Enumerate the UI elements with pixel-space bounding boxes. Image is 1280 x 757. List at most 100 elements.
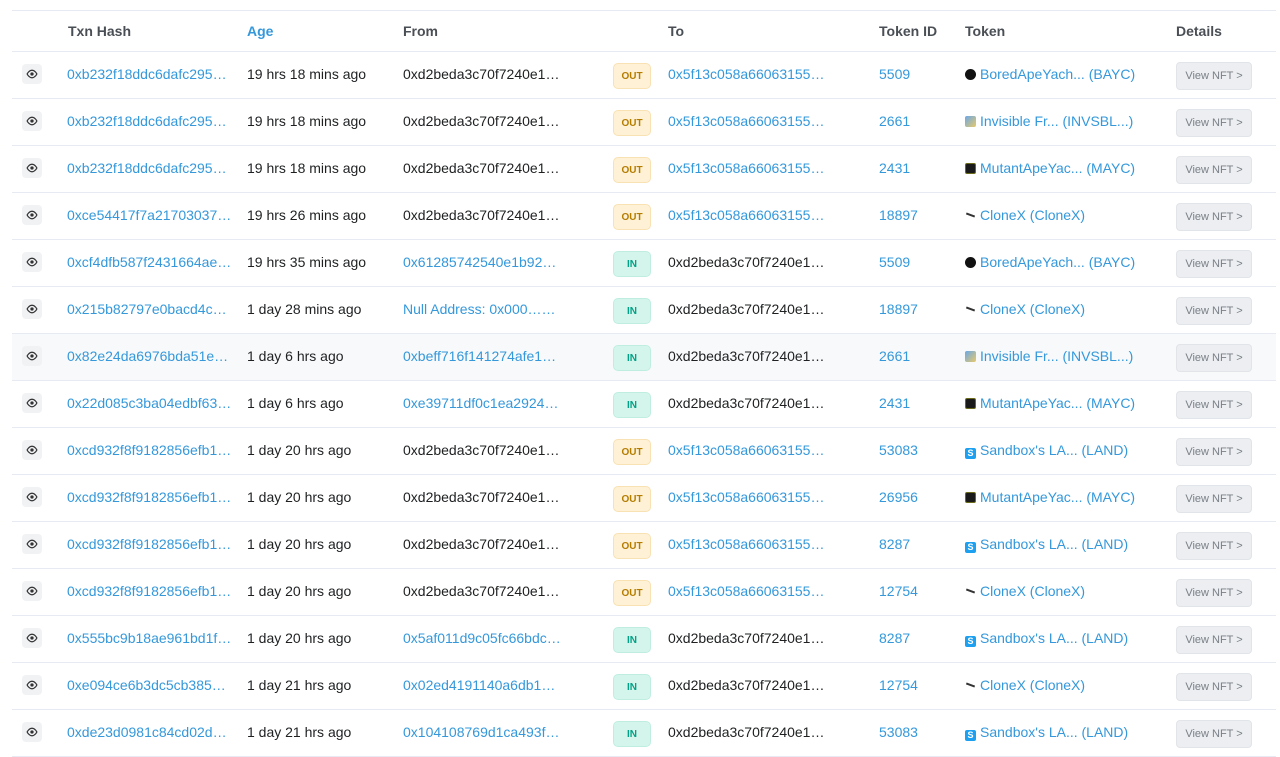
token-id-link[interactable]: 2431 [879, 395, 949, 411]
view-nft-button[interactable]: View NFT > [1176, 485, 1252, 513]
token-link[interactable]: Invisible Fr... (INVSBL...) [965, 348, 1165, 364]
token-id-link[interactable]: 5509 [879, 254, 949, 270]
view-nft-button[interactable]: View NFT > [1176, 62, 1252, 90]
eye-icon[interactable] [22, 628, 42, 648]
txn-hash-link[interactable]: 0x555bc9b18ae961bd1f… [67, 630, 232, 646]
col-age[interactable]: Age [247, 23, 273, 39]
view-nft-button[interactable]: View NFT > [1176, 673, 1252, 701]
token-link[interactable]: S Sandbox's LA... (LAND) [965, 630, 1165, 647]
from-address[interactable]: 0x61285742540e1b92e3… [403, 254, 563, 270]
to-address[interactable]: 0x5f13c058a660631558… [668, 113, 828, 129]
token-link[interactable]: MutantApeYac... (MAYC) [965, 395, 1165, 411]
txn-hash-link[interactable]: 0x22d085c3ba04edbf63… [67, 395, 232, 411]
token-link[interactable]: CloneX (CloneX) [965, 207, 1165, 223]
eye-icon[interactable] [22, 299, 42, 319]
from-address[interactable]: 0x5af011d9c05fc66bdc1… [403, 630, 563, 646]
txn-hash-link[interactable]: 0xce54417f7a21703037… [67, 207, 232, 223]
to-address[interactable]: 0x5f13c058a660631558… [668, 489, 828, 505]
txn-hash-link[interactable]: 0x215b82797e0bacd4c3… [67, 301, 232, 317]
from-address[interactable]: 0x02ed4191140a6db15c… [403, 677, 563, 693]
to-address[interactable]: 0x5f13c058a660631558… [668, 160, 828, 176]
eye-icon[interactable] [22, 252, 42, 272]
token-link[interactable]: S Sandbox's LA... (LAND) [965, 442, 1165, 459]
direction-badge: OUT [613, 486, 651, 512]
txn-hash-link[interactable]: 0xcd932f8f9182856efb1f… [67, 536, 232, 552]
token-link[interactable]: MutantApeYac... (MAYC) [965, 489, 1165, 505]
view-nft-button[interactable]: View NFT > [1176, 250, 1252, 278]
token-link[interactable]: BoredApeYach... (BAYC) [965, 66, 1165, 82]
view-nft-button[interactable]: View NFT > [1176, 109, 1252, 137]
txn-hash-link[interactable]: 0xb232f18ddc6dafc2957… [67, 160, 232, 176]
token-id-link[interactable]: 12754 [879, 583, 949, 599]
view-nft-button[interactable]: View NFT > [1176, 579, 1252, 607]
token-link[interactable]: CloneX (CloneX) [965, 301, 1165, 317]
token-id-link[interactable]: 18897 [879, 207, 949, 223]
txn-hash-link[interactable]: 0xcf4dfb587f2431664ae… [67, 254, 232, 270]
eye-icon[interactable] [22, 722, 42, 742]
token-link[interactable]: Invisible Fr... (INVSBL...) [965, 113, 1165, 129]
token-id-link[interactable]: 18897 [879, 301, 949, 317]
view-nft-button[interactable]: View NFT > [1176, 438, 1252, 466]
token-id-link[interactable]: 8287 [879, 536, 949, 552]
table-row: 0xcd932f8f9182856efb1f… 1 day 20 hrs ago 0… [12, 522, 1276, 569]
token-name: Sandbox's LA... (LAND) [980, 630, 1129, 646]
token-id-link[interactable]: 53083 [879, 442, 949, 458]
token-link[interactable]: S Sandbox's LA... (LAND) [965, 724, 1165, 741]
eye-icon[interactable] [22, 581, 42, 601]
age-text: 1 day 20 hrs ago [247, 536, 352, 552]
table-row: 0xb232f18ddc6dafc2957… 19 hrs 18 mins ago… [12, 99, 1276, 146]
token-id-link[interactable]: 26956 [879, 489, 949, 505]
txn-hash-link[interactable]: 0xb232f18ddc6dafc2957… [67, 66, 232, 82]
txn-hash-link[interactable]: 0xb232f18ddc6dafc2957… [67, 113, 232, 129]
token-link[interactable]: BoredApeYach... (BAYC) [965, 254, 1165, 270]
eye-icon[interactable] [22, 111, 42, 131]
token-link[interactable]: MutantApeYac... (MAYC) [965, 160, 1165, 176]
eye-icon[interactable] [22, 675, 42, 695]
token-id-link[interactable]: 2661 [879, 113, 949, 129]
token-id-link[interactable]: 12754 [879, 677, 949, 693]
txn-hash-link[interactable]: 0x82e24da6976bda51e0… [67, 348, 232, 364]
eye-icon[interactable] [22, 64, 42, 84]
to-address: 0xd2beda3c70f7240e1c… [668, 254, 828, 270]
to-address[interactable]: 0x5f13c058a660631558… [668, 583, 828, 599]
to-address[interactable]: 0x5f13c058a660631558… [668, 442, 828, 458]
view-nft-button[interactable]: View NFT > [1176, 391, 1252, 419]
eye-icon[interactable] [22, 205, 42, 225]
from-address[interactable]: 0xe39711df0c1ea29247… [403, 395, 563, 411]
txn-hash-link[interactable]: 0xcd932f8f9182856efb1f… [67, 442, 232, 458]
eye-icon[interactable] [22, 393, 42, 413]
view-nft-button[interactable]: View NFT > [1176, 344, 1252, 372]
token-link[interactable]: S Sandbox's LA... (LAND) [965, 536, 1165, 553]
txn-hash-link[interactable]: 0xe094ce6b3dc5cb385e… [67, 677, 232, 693]
token-name: CloneX (CloneX) [980, 583, 1086, 599]
from-address[interactable]: Null Address: 0x000…000 [403, 301, 563, 317]
view-nft-button[interactable]: View NFT > [1176, 626, 1252, 654]
eye-icon[interactable] [22, 440, 42, 460]
txn-hash-link[interactable]: 0xde23d0981c84cd02de… [67, 724, 232, 740]
from-address: 0xd2beda3c70f7240e1c… [403, 489, 563, 505]
token-link[interactable]: CloneX (CloneX) [965, 677, 1165, 693]
eye-icon[interactable] [22, 158, 42, 178]
token-link[interactable]: CloneX (CloneX) [965, 583, 1165, 599]
view-nft-button[interactable]: View NFT > [1176, 297, 1252, 325]
to-address[interactable]: 0x5f13c058a660631558… [668, 66, 828, 82]
token-id-link[interactable]: 2661 [879, 348, 949, 364]
from-address[interactable]: 0x104108769d1ca493fe… [403, 724, 563, 740]
token-id-link[interactable]: 2431 [879, 160, 949, 176]
to-address[interactable]: 0x5f13c058a660631558… [668, 207, 828, 223]
txn-hash-link[interactable]: 0xcd932f8f9182856efb1f… [67, 489, 232, 505]
eye-icon[interactable] [22, 346, 42, 366]
token-id-link[interactable]: 8287 [879, 630, 949, 646]
view-nft-button[interactable]: View NFT > [1176, 156, 1252, 184]
from-address[interactable]: 0xbeff716f141274afe1d1… [403, 348, 563, 364]
view-nft-button[interactable]: View NFT > [1176, 203, 1252, 231]
token-id-link[interactable]: 53083 [879, 724, 949, 740]
eye-icon[interactable] [22, 534, 42, 554]
view-nft-button[interactable]: View NFT > [1176, 720, 1252, 748]
view-nft-button[interactable]: View NFT > [1176, 532, 1252, 560]
token-id-link[interactable]: 5509 [879, 66, 949, 82]
token-name: CloneX (CloneX) [980, 677, 1086, 693]
eye-icon[interactable] [22, 487, 42, 507]
txn-hash-link[interactable]: 0xcd932f8f9182856efb1f… [67, 583, 232, 599]
to-address[interactable]: 0x5f13c058a660631558… [668, 536, 828, 552]
